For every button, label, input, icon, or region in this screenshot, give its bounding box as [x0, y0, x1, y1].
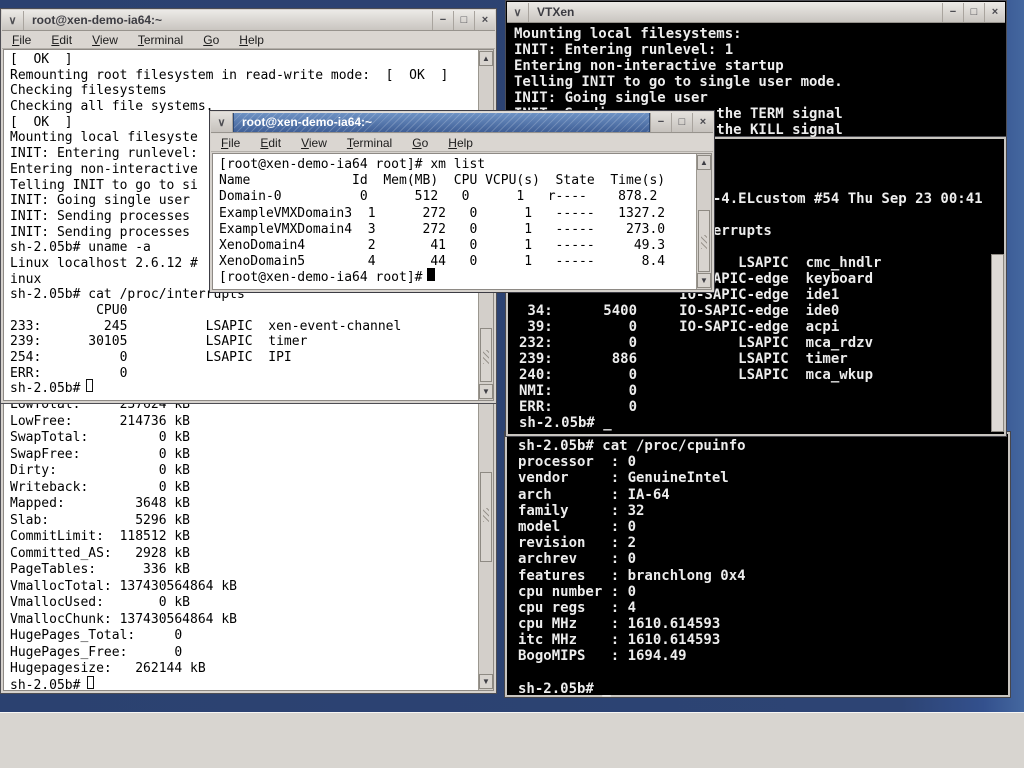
maximize-button[interactable]: □	[963, 3, 984, 22]
menu-item-go[interactable]: Go	[193, 33, 229, 47]
titlebar-active-area[interactable]: root@xen-demo-ia64:~	[233, 113, 650, 132]
terminal-cursor	[87, 676, 94, 689]
taskbar-panel: [VNC config [root@xen-d VTXen Terminal (…	[0, 712, 1024, 768]
menu-item-edit[interactable]: Edit	[250, 136, 291, 150]
window-menu-icon[interactable]: ∨	[2, 11, 24, 30]
window-menu-icon[interactable]: ∨	[211, 113, 233, 132]
window-terminal-xmlist[interactable]: ∨ root@xen-demo-ia64:~ − □ × FileEditVie…	[209, 110, 715, 293]
menu-item-help[interactable]: Help	[438, 136, 483, 150]
terminal-cursor-active	[427, 268, 435, 281]
minimize-button[interactable]: −	[650, 113, 671, 132]
window-title: root@xen-demo-ia64:~	[234, 115, 372, 129]
terminal-content-xmlist[interactable]: [root@xen-demo-ia64 root]# xm listName I…	[212, 153, 712, 290]
close-button[interactable]: ×	[692, 113, 713, 132]
scrollbar-thumb[interactable]	[991, 254, 1004, 432]
menu-item-terminal[interactable]: Terminal	[337, 136, 402, 150]
titlebar[interactable]: ∨ root@xen-demo-ia64:~ − □ ×	[211, 112, 713, 133]
scroll-down-icon[interactable]: ▼	[479, 674, 493, 689]
minimize-button[interactable]: −	[432, 11, 453, 30]
scroll-up-icon[interactable]: ▲	[697, 155, 711, 170]
menu-item-file[interactable]: File	[2, 33, 41, 47]
scroll-down-icon[interactable]: ▼	[479, 384, 493, 399]
menu-item-terminal[interactable]: Terminal	[128, 33, 193, 47]
terminal-cursor	[86, 379, 93, 392]
menu-item-view[interactable]: View	[82, 33, 128, 47]
terminal-text: LowTotal: 237624 kBLowFree: 214736 kBSwa…	[10, 397, 237, 691]
scrollbar-thumb[interactable]	[480, 328, 492, 382]
window-title: VTXen	[529, 5, 574, 19]
menu-item-view[interactable]: View	[291, 136, 337, 150]
maximize-button[interactable]: □	[453, 11, 474, 30]
console-text: sh-2.05b# cat /proc/cpuinfoprocessor : 0…	[518, 438, 746, 697]
window-menu-icon[interactable]: ∨	[507, 3, 529, 22]
scrollbar-thumb[interactable]	[480, 472, 492, 562]
window-title: root@xen-demo-ia64:~	[24, 13, 162, 27]
scrollbar-thumb[interactable]	[698, 210, 710, 272]
menu-item-edit[interactable]: Edit	[41, 33, 82, 47]
close-button[interactable]: ×	[474, 11, 495, 30]
window-console-cpuinfo[interactable]: sh-2.05b# cat /proc/cpuinfoprocessor : 0…	[505, 432, 1010, 697]
scroll-up-icon[interactable]: ▲	[479, 51, 493, 66]
maximize-button[interactable]: □	[671, 113, 692, 132]
menu-item-file[interactable]: File	[211, 136, 250, 150]
scroll-down-icon[interactable]: ▼	[697, 273, 711, 288]
terminal-text: [root@xen-demo-ia64 root]# xm listName I…	[219, 157, 665, 287]
scrollbar[interactable]: ▼	[478, 356, 493, 690]
titlebar[interactable]: ∨ root@xen-demo-ia64:~ − □ ×	[2, 10, 495, 31]
minimize-button[interactable]: −	[942, 3, 963, 22]
menubar: FileEditViewTerminalGoHelp	[2, 31, 495, 49]
terminal-content-meminfo[interactable]: LowTotal: 237624 kBLowFree: 214736 kBSwa…	[3, 355, 494, 691]
scrollbar[interactable]: ▲ ▼	[696, 154, 711, 289]
menu-item-help[interactable]: Help	[229, 33, 274, 47]
menu-item-go[interactable]: Go	[402, 136, 438, 150]
menubar: FileEditViewTerminalGoHelp	[211, 134, 713, 152]
titlebar[interactable]: ∨ VTXen − □ ×	[507, 2, 1005, 23]
close-button[interactable]: ×	[984, 3, 1005, 22]
